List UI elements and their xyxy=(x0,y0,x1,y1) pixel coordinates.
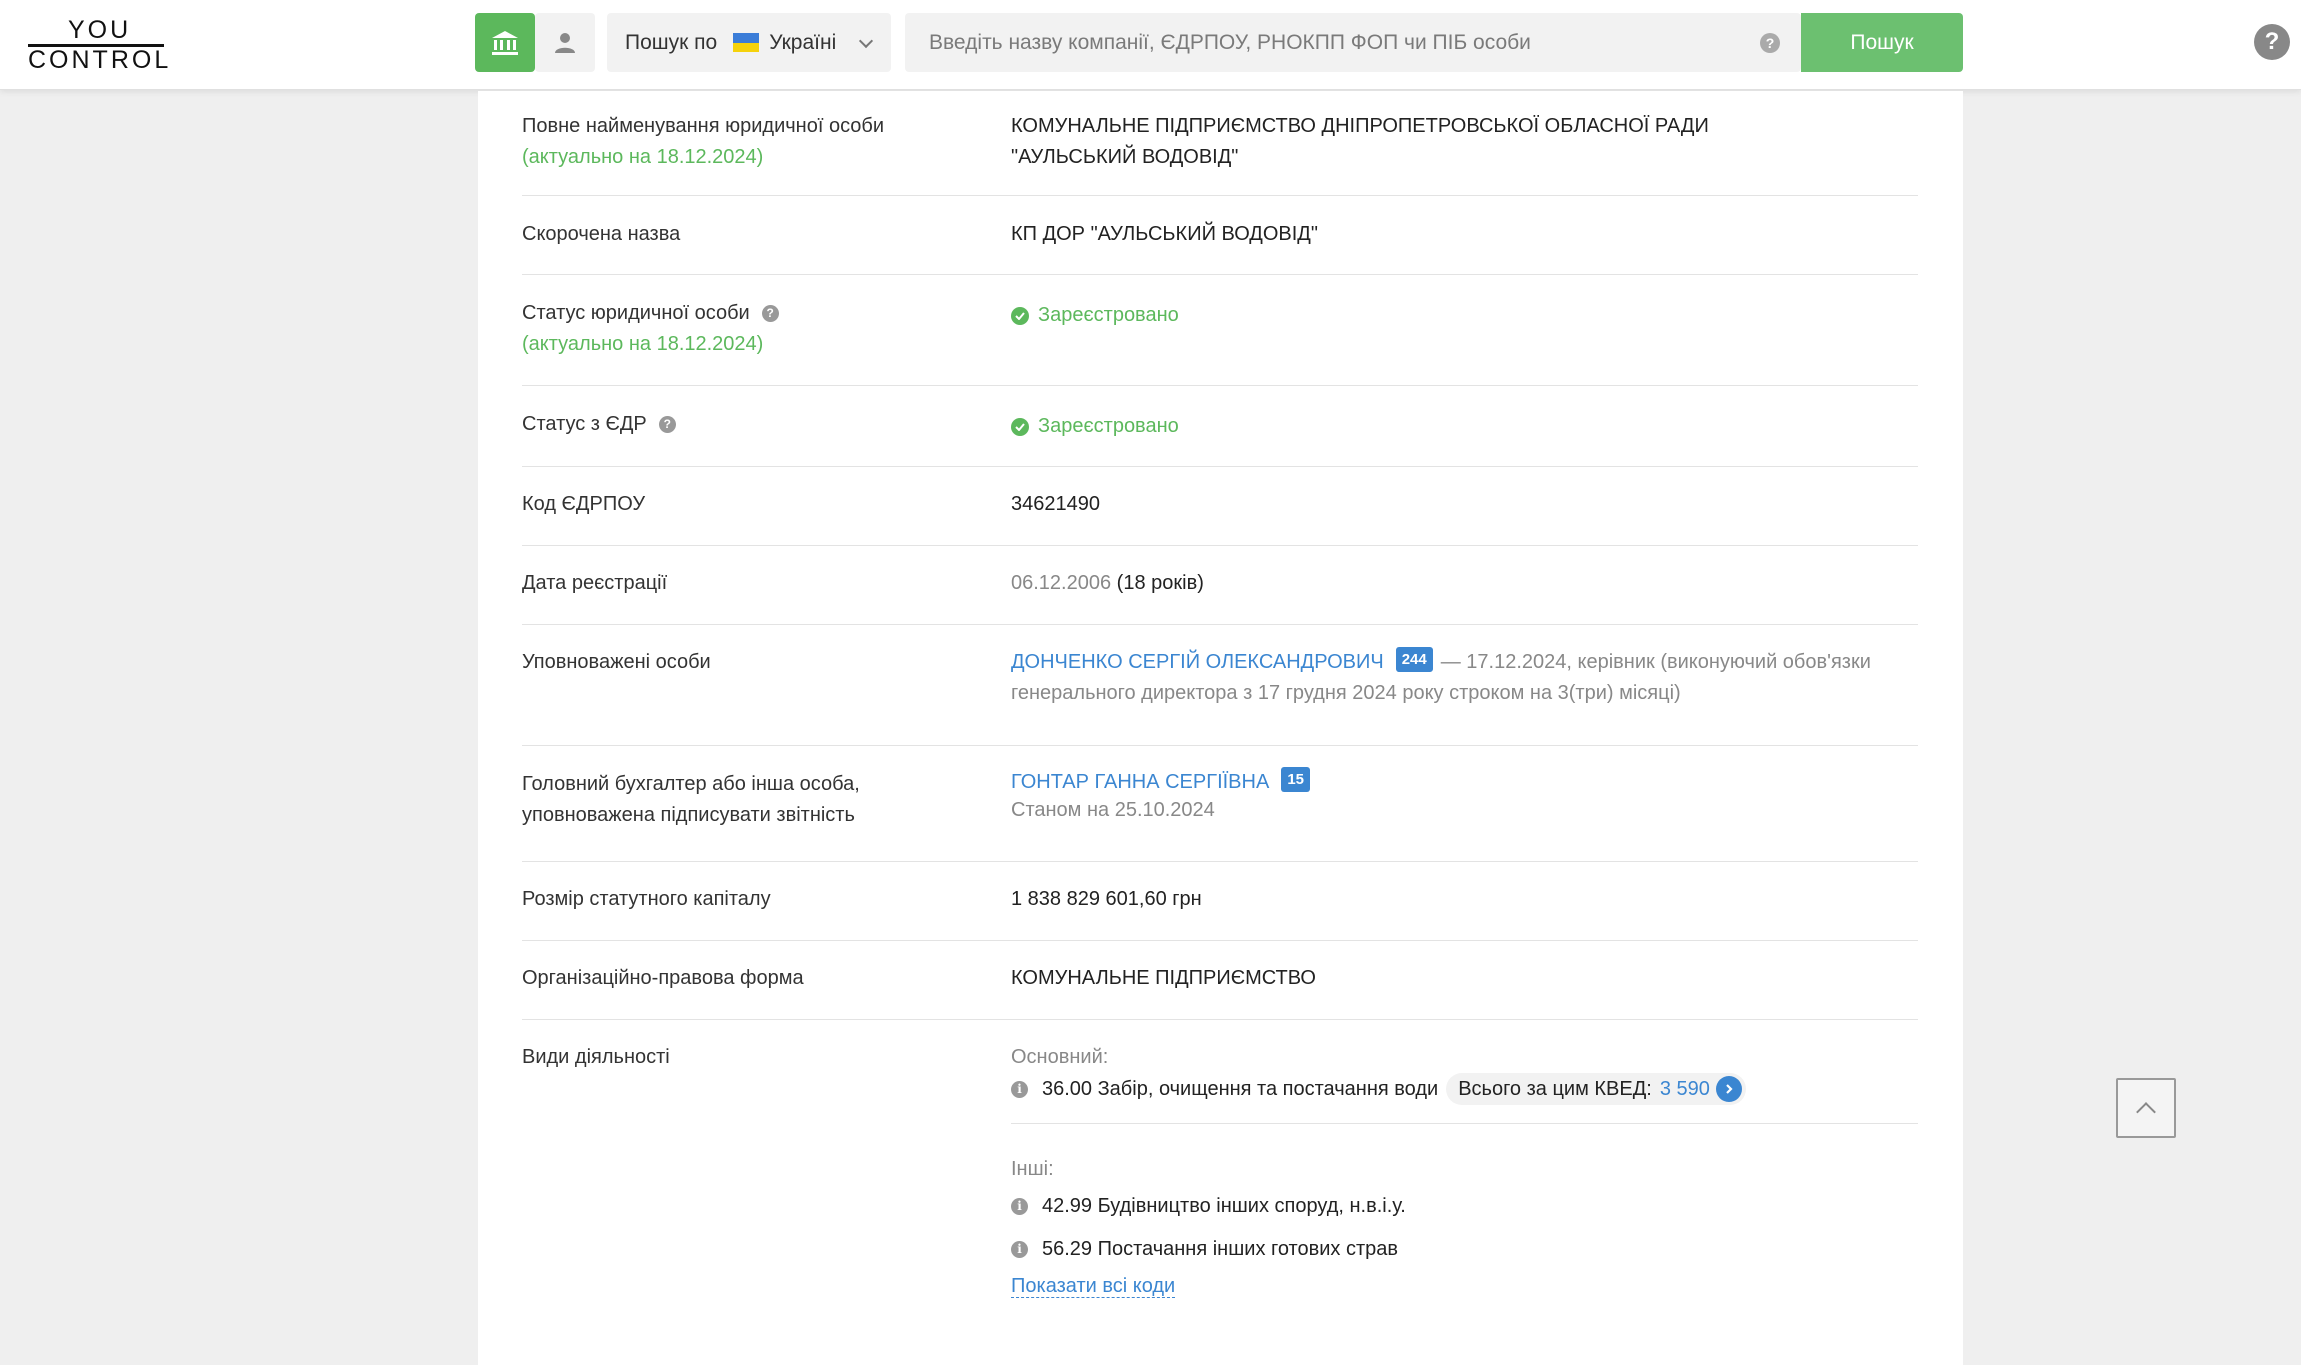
search-help-icon[interactable]: ? xyxy=(1760,33,1780,53)
logo-bottom-text: CONTROL xyxy=(28,46,172,74)
chief-accountant-date: Станом на 25.10.2024 xyxy=(1011,799,1215,821)
authorized-persons-value: ДОНЧЕНКО СЕРГІЙ ОЛЕКСАНДРОВИЧ 244 — 17.12.… xyxy=(1011,647,1918,709)
row-legal-form: Організаційно-правова форма КОМУНАЛЬНЕ П… xyxy=(522,941,1918,1020)
question-icon[interactable]: ? xyxy=(658,416,676,433)
row-legal-status: Статус юридичної особи? (актуально на 18… xyxy=(522,275,1918,386)
full-name-label-text: Повне найменування юридичної особи xyxy=(522,115,885,137)
authorized-person-badge[interactable]: 244 xyxy=(1395,647,1433,672)
activities-divider xyxy=(1011,1123,1918,1124)
short-name-value: КП ДОР "АУЛЬСЬКИЙ ВОДОВІД" xyxy=(1011,223,1318,245)
row-authorized-persons: Уповноважені особи ДОНЧЕНКО СЕРГІЙ ОЛЕКС… xyxy=(522,625,1918,746)
info-icon[interactable]: i xyxy=(1011,1241,1028,1258)
other-activity-item: i 56.29 Постачання інших готових страв xyxy=(1011,1234,1918,1265)
full-name-line1: КОМУНАЛЬНЕ ПІДПРИЄМСТВО ДНІПРОПЕТРОВСЬКО… xyxy=(1011,115,1709,137)
top-header: YOU CONTROL Пошук по Україні ? Пошук ? xyxy=(0,0,2301,90)
row-short-name: Скорочена назва КП ДОР "АУЛЬСЬКИЙ ВОДОВІ… xyxy=(522,196,1918,275)
registration-date-value: 06.12.2006 (18 років) xyxy=(1011,568,1918,599)
info-icon[interactable]: i xyxy=(1011,1198,1028,1215)
bank-icon xyxy=(492,30,518,55)
logo-top-text: YOU xyxy=(68,16,132,44)
chief-accountant-label-line1: Головний бухгалтер або інша особа, xyxy=(522,773,860,795)
row-activities: Види діяльності Основний: i 36.00 Забір,… xyxy=(522,1020,1918,1365)
main-activity-title: Основний: xyxy=(1011,1046,1109,1068)
chief-accountant-line1: ГОНТАР ГАННА СЕРГІЇВНА 15 xyxy=(1011,767,1918,798)
person-search-mode-button[interactable] xyxy=(535,13,595,72)
help-icon[interactable]: ? xyxy=(2254,24,2290,60)
company-search-mode-button[interactable] xyxy=(475,13,535,72)
show-all-codes-link[interactable]: Показати всі коди xyxy=(1011,1275,1176,1298)
row-authorized-capital: Розмір статутного капіталу 1 838 829 601… xyxy=(522,862,1918,941)
chief-accountant-label: Головний бухгалтер або інша особа, уповн… xyxy=(522,769,962,831)
other-activity-item: i 42.99 Будівництво інших споруд, н.в.і.… xyxy=(1011,1191,1918,1222)
legal-status-text: Зареєстровано xyxy=(1038,304,1179,326)
authorized-line1: ДОНЧЕНКО СЕРГІЙ ОЛЕКСАНДРОВИЧ 244 — 17.12.… xyxy=(1011,647,1918,678)
chief-accountant-badge[interactable]: 15 xyxy=(1281,767,1310,792)
country-value: Україні xyxy=(769,30,837,54)
other-activity-text: 56.29 Постачання інших готових страв xyxy=(1042,1238,1398,1260)
authorized-note-line1: — 17.12.2024, керівник (виконуючий обов'… xyxy=(1440,651,1871,673)
company-info-card: Повне найменування юридичної особи (акту… xyxy=(478,91,1963,1365)
chief-accountant-value: ГОНТАР ГАННА СЕРГІЇВНА 15 Станом на 25.10… xyxy=(1011,767,1918,822)
other-activities-block: Інші: i 42.99 Будівництво інших споруд, … xyxy=(1011,1154,1918,1302)
other-activities-title: Інші: xyxy=(1011,1158,1054,1180)
youcontrol-logo[interactable]: YOU CONTROL xyxy=(28,16,168,74)
full-name-actual-date: (актуально на 18.12.2024) xyxy=(522,146,764,168)
edr-status-text: Зареєстровано xyxy=(1038,415,1179,437)
legal-status-actual-date: (актуально на 18.12.2024) xyxy=(522,333,764,355)
authorized-note-line2: генерального директора з 17 грудня 2024 … xyxy=(1011,682,1681,704)
edr-status-label: Статус з ЄДР? xyxy=(522,409,962,440)
authorized-capital-value: 1 838 829 601,60 грн xyxy=(1011,888,1202,910)
main-activity-block: Основний: i 36.00 Забір, очищення та пос… xyxy=(1011,1042,1918,1105)
edrpou-label: Код ЄДРПОУ xyxy=(522,493,646,515)
row-registration-date: Дата реєстрації 06.12.2006 (18 років) xyxy=(522,546,1918,625)
short-name-label: Скорочена назва xyxy=(522,223,681,245)
registration-age: (18 років) xyxy=(1116,572,1204,594)
search-input[interactable] xyxy=(905,13,1801,72)
legal-status-value: Зареєстровано xyxy=(1011,300,1918,331)
chevron-up-icon xyxy=(2136,1101,2156,1122)
row-edr-status: Статус з ЄДР? Зареєстровано xyxy=(522,386,1918,467)
search-button[interactable]: Пошук xyxy=(1801,13,1963,72)
edr-status-value: Зареєстровано xyxy=(1011,411,1918,442)
country-prefix-label: Пошук по xyxy=(625,30,718,54)
authorized-person-link[interactable]: ДОНЧЕНКО СЕРГІЙ ОЛЕКСАНДРОВИЧ xyxy=(1011,651,1384,673)
full-name-label: Повне найменування юридичної особи (акту… xyxy=(522,111,962,173)
info-icon[interactable]: i xyxy=(1011,1080,1028,1098)
check-circle-icon xyxy=(1011,417,1029,436)
row-full-name: Повне найменування юридичної особи (акту… xyxy=(522,91,1918,196)
legal-form-value: КОМУНАЛЬНЕ ПІДПРИЄМСТВО xyxy=(1011,967,1316,989)
authorized-persons-label: Уповноважені особи xyxy=(522,651,711,673)
scroll-to-top-button[interactable] xyxy=(2116,1078,2176,1138)
row-edrpou: Код ЄДРПОУ 34621490 xyxy=(522,467,1918,546)
edr-status-label-text: Статус з ЄДР xyxy=(522,413,647,435)
row-chief-accountant: Головний бухгалтер або інша особа, уповн… xyxy=(522,746,1918,862)
kved-total-label: Всього за цим КВЕД: xyxy=(1458,1077,1652,1100)
chief-accountant-link[interactable]: ГОНТАР ГАННА СЕРГІЇВНА xyxy=(1011,771,1269,793)
activities-label: Види діяльності xyxy=(522,1046,670,1068)
kved-total-count: 3 590 xyxy=(1659,1077,1710,1100)
ukraine-flag-icon xyxy=(733,33,760,52)
authorized-capital-label: Розмір статутного капіталу xyxy=(522,888,771,910)
chevron-down-icon xyxy=(858,33,874,49)
registration-date: 06.12.2006 xyxy=(1011,572,1112,594)
full-name-line2: "АУЛЬСЬКИЙ ВОДОВІД" xyxy=(1011,146,1239,168)
check-circle-icon xyxy=(1011,306,1029,325)
edrpou-value: 34621490 xyxy=(1011,493,1100,515)
chevron-right-icon xyxy=(1715,1076,1742,1102)
legal-form-label: Організаційно-правова форма xyxy=(522,967,804,989)
other-activity-text: 42.99 Будівництво інших споруд, н.в.і.у. xyxy=(1042,1195,1406,1217)
main-activity-item: i 36.00 Забір, очищення та постачання во… xyxy=(1011,1073,1918,1105)
country-select[interactable]: Пошук по Україні xyxy=(607,13,891,72)
legal-status-label: Статус юридичної особи? (актуально на 18… xyxy=(522,298,962,360)
registration-date-label: Дата реєстрації xyxy=(522,572,668,594)
full-name-value: КОМУНАЛЬНЕ ПІДПРИЄМСТВО ДНІПРОПЕТРОВСЬКО… xyxy=(1011,111,1918,173)
kved-total-pill[interactable]: Всього за цим КВЕД: 3 590 xyxy=(1446,1073,1746,1105)
legal-status-label-text: Статус юридичної особи xyxy=(522,302,750,324)
question-icon[interactable]: ? xyxy=(761,305,779,322)
person-icon xyxy=(555,32,575,53)
chief-accountant-label-line2: уповноважена підписувати звітність xyxy=(522,804,855,826)
main-activity-text: 36.00 Забір, очищення та постачання води xyxy=(1042,1077,1439,1100)
